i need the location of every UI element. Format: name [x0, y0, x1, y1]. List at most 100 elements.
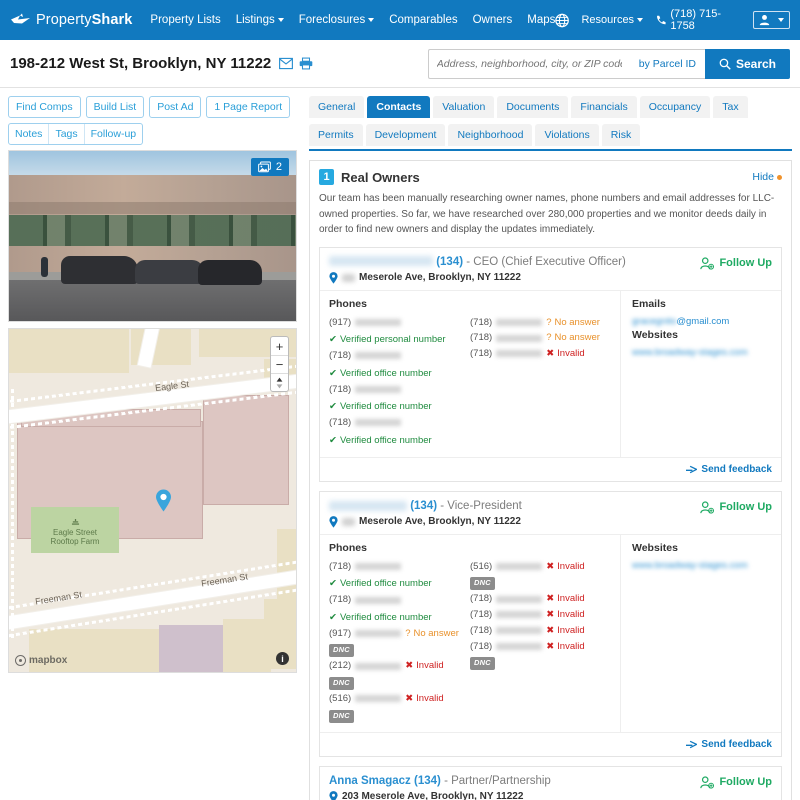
phone-status-text: No answer — [554, 316, 600, 328]
phone-status-text: Invalid — [557, 640, 585, 652]
print-icon[interactable] — [299, 57, 313, 70]
property-map[interactable]: Eagle St Freeman St Freeman St Eagle Str… — [8, 328, 297, 673]
one-page-report-button[interactable]: 1 Page Report — [206, 96, 291, 118]
follow-up-button[interactable]: Follow Up — [700, 500, 772, 514]
tab-general[interactable]: General — [309, 96, 365, 118]
support-phone[interactable]: (718) 715-1758 — [655, 8, 741, 32]
mapbox-logo-icon — [15, 655, 26, 666]
map-block — [29, 629, 159, 672]
photo-count-badge[interactable]: 2 — [250, 158, 289, 176]
owner-name[interactable]: Anna Smagacz — [329, 775, 411, 787]
nav-item-comparables[interactable]: Comparables — [389, 14, 457, 26]
phone-status-text: Invalid — [416, 660, 444, 672]
website-row[interactable]: www.broadway-stages.com — [632, 559, 772, 573]
phones-column-left: (718) ✔ Verified office number (718) ✔ Verifi… — [329, 559, 470, 724]
website-row[interactable]: www.broadway-stages.com — [632, 346, 772, 360]
follow-up-button[interactable]: Follow Up — [700, 256, 772, 270]
notes-button[interactable]: Notes — [9, 124, 48, 144]
email-row[interactable]: gracegnito@gmail.com — [632, 315, 772, 329]
map-zoom-out-button[interactable]: − — [271, 355, 288, 373]
phone-row: (516) ✖ Invalid DNC — [329, 691, 470, 724]
tab-documents[interactable]: Documents — [497, 96, 569, 118]
nav-item-maps[interactable]: Maps — [527, 14, 555, 26]
tab-contacts[interactable]: Contacts — [367, 96, 431, 118]
phone-area-code: (718) — [470, 348, 493, 360]
by-parcel-id-button[interactable]: by Parcel ID — [629, 48, 705, 79]
resources-dropdown[interactable]: Resources — [581, 14, 644, 26]
mapbox-attribution[interactable]: mapbox — [15, 655, 67, 666]
tab-valuation[interactable]: Valuation — [433, 96, 495, 118]
phone-status: ✖ Invalid — [546, 560, 584, 574]
owner-name-redacted[interactable] — [329, 256, 433, 267]
follow-up-button[interactable]: Follow Up — [700, 775, 772, 789]
tab-permits[interactable]: Permits — [309, 124, 363, 146]
phone-row: (718) ✔ Verified office number — [329, 382, 470, 416]
hide-label: Hide — [752, 171, 774, 183]
owner-name-redacted[interactable] — [329, 500, 407, 511]
owner-name-line: (134) - CEO (Chief Executive Officer) — [329, 256, 700, 268]
phone-area-code: (718) — [470, 609, 493, 621]
nav-item-property-lists[interactable]: Property Lists — [150, 14, 220, 26]
search-input[interactable] — [427, 48, 630, 79]
tab-neighborhood[interactable]: Neighborhood — [448, 124, 533, 146]
phone-number-redacted — [355, 563, 402, 570]
user-icon — [759, 15, 770, 26]
map-info-button[interactable]: i — [276, 652, 289, 665]
tags-button[interactable]: Tags — [48, 124, 83, 144]
phone-area-code: (516) — [470, 560, 493, 572]
followup-button[interactable]: Follow-up — [83, 124, 143, 144]
owner-address-text: Meserole Ave, Brooklyn, NY 11222 — [359, 516, 521, 528]
phone-status: ✔ Verified office number — [329, 577, 432, 591]
phone-row: (718) ✖ Invalid — [470, 623, 611, 639]
tab-risk[interactable]: Risk — [601, 124, 641, 146]
phone-status-icon: ✖ — [546, 560, 555, 572]
tab-financials[interactable]: Financials — [571, 96, 637, 118]
nav-item-owners[interactable]: Owners — [473, 14, 513, 26]
mail-icon[interactable] — [279, 57, 294, 70]
phone-number-redacted — [496, 318, 543, 326]
owner-name-line: Anna Smagacz (134) - Partner/Partnership — [329, 775, 700, 787]
phone-number-redacted — [355, 662, 402, 670]
property-photo[interactable]: 2 — [8, 150, 297, 322]
search-button[interactable]: Search — [704, 48, 790, 79]
mapbox-label: mapbox — [29, 655, 68, 666]
owner-card: (134) - CEO (Chief Executive Officer) Me… — [319, 246, 782, 482]
phone-number-redacted — [355, 385, 402, 393]
phone-status-text: Verified office number — [339, 401, 432, 413]
tab-occupancy[interactable]: Occupancy — [639, 96, 711, 118]
brand-logo[interactable]: PropertyShark — [10, 12, 132, 28]
website-url-redacted: www.broadway-stages.com — [632, 346, 748, 358]
phone-status-text: Invalid — [557, 593, 585, 605]
dnc-badge: DNC — [470, 577, 495, 591]
globe-icon[interactable] — [555, 13, 570, 28]
phone-area-code: (718) — [470, 593, 493, 605]
nav-item-listings[interactable]: Listings — [236, 14, 284, 26]
build-list-button[interactable]: Build List — [85, 96, 145, 118]
tab-development[interactable]: Development — [365, 124, 446, 146]
phone-status-text: No answer — [554, 332, 600, 344]
phone-row: (718)? No answer — [470, 315, 611, 331]
tab-tax[interactable]: Tax — [713, 96, 748, 118]
follow-up-label: Follow Up — [719, 776, 772, 789]
follow-up-user-icon — [700, 501, 715, 514]
send-feedback-label: Send feedback — [701, 738, 772, 750]
map-compass-button[interactable] — [271, 373, 288, 391]
find-comps-button[interactable]: Find Comps — [8, 96, 81, 118]
phone-status-text: No answer — [413, 627, 459, 639]
tab-violations[interactable]: Violations — [535, 124, 599, 146]
owner-card: Anna Smagacz (134) - Partner/Partnership… — [319, 765, 782, 800]
post-ad-button[interactable]: Post Ad — [149, 96, 202, 118]
phone-area-code: (516) — [329, 692, 352, 704]
map-zoom-in-button[interactable]: + — [271, 337, 288, 355]
user-menu-button[interactable] — [753, 11, 790, 29]
nav-item-foreclosures[interactable]: Foreclosures — [299, 14, 375, 26]
phone-number-redacted — [496, 642, 543, 650]
phone-status-text: Verified office number — [339, 578, 432, 590]
phone-status: ✖ Invalid — [546, 608, 584, 622]
phone-area-code: (718) — [329, 417, 352, 429]
phone-row: (718)? No answer — [470, 330, 611, 346]
hide-panel-link[interactable]: Hide — [752, 171, 782, 183]
send-feedback-link[interactable]: Send feedback — [686, 464, 772, 475]
phone-status: ✖ Invalid — [405, 692, 443, 706]
send-feedback-link[interactable]: Send feedback — [686, 739, 772, 750]
